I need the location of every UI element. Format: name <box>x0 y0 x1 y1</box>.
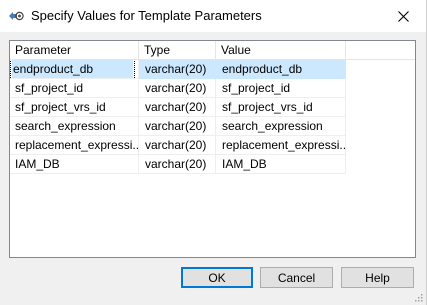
cell-type: varchar(20) <box>139 136 216 155</box>
cell-value[interactable]: IAM_DB <box>216 155 346 174</box>
table-row[interactable]: replacement_expressi... varchar(20) replac… <box>10 136 415 155</box>
table-row[interactable]: sf_project_id varchar(20) sf_project_id <box>10 79 415 98</box>
dialog-window: Specify Values for Template Parameters P… <box>0 0 427 305</box>
cell-type: varchar(20) <box>139 79 216 98</box>
template-parameters-icon <box>8 9 24 23</box>
cell-parameter[interactable]: search_expression <box>10 117 139 136</box>
cell-value[interactable]: endproduct_db <box>216 60 346 79</box>
table-row[interactable]: IAM_DB varchar(20) IAM_DB <box>10 155 415 174</box>
cell-type: varchar(20) <box>139 117 216 136</box>
cell-parameter[interactable]: IAM_DB <box>10 155 139 174</box>
cell-value[interactable]: search_expression <box>216 117 346 136</box>
table-row[interactable]: endproduct_db varchar(20) endproduct_db <box>10 60 415 79</box>
ok-button[interactable]: OK <box>181 267 253 288</box>
cancel-button[interactable]: Cancel <box>260 267 333 288</box>
title-bar[interactable]: Specify Values for Template Parameters <box>0 0 426 32</box>
column-header-filler <box>346 41 415 60</box>
grid-rows: endproduct_db varchar(20) endproduct_db sf_… <box>10 60 415 174</box>
cell-type: varchar(20) <box>139 60 216 79</box>
cell-value[interactable]: replacement_expressi... <box>216 136 346 155</box>
close-button[interactable] <box>380 0 426 32</box>
cell-value[interactable]: sf_project_vrs_id <box>216 98 346 117</box>
cell-parameter[interactable]: sf_project_vrs_id <box>10 98 139 117</box>
column-header-parameter[interactable]: Parameter <box>10 41 139 60</box>
cell-parameter[interactable]: sf_project_id <box>10 79 139 98</box>
cell-type: varchar(20) <box>139 155 216 174</box>
table-row[interactable]: search_expression varchar(20) search_expre… <box>10 117 415 136</box>
parameters-grid[interactable]: Parameter Type Value endproduct_db varcha… <box>9 40 416 258</box>
cell-parameter[interactable]: endproduct_db <box>10 60 139 79</box>
dialog-title: Specify Values for Template Parameters <box>31 8 262 23</box>
cell-type: varchar(20) <box>139 98 216 117</box>
help-button[interactable]: Help <box>341 267 414 288</box>
close-icon <box>397 10 409 22</box>
cell-parameter[interactable]: replacement_expressi... <box>10 136 139 155</box>
column-header-type[interactable]: Type <box>139 41 216 60</box>
table-row[interactable]: sf_project_vrs_id varchar(20) sf_project_v… <box>10 98 415 117</box>
column-header-value[interactable]: Value <box>216 41 346 60</box>
cell-value[interactable]: sf_project_id <box>216 79 346 98</box>
resize-grip-icon[interactable] <box>413 292 423 302</box>
grid-header: Parameter Type Value <box>10 41 415 60</box>
